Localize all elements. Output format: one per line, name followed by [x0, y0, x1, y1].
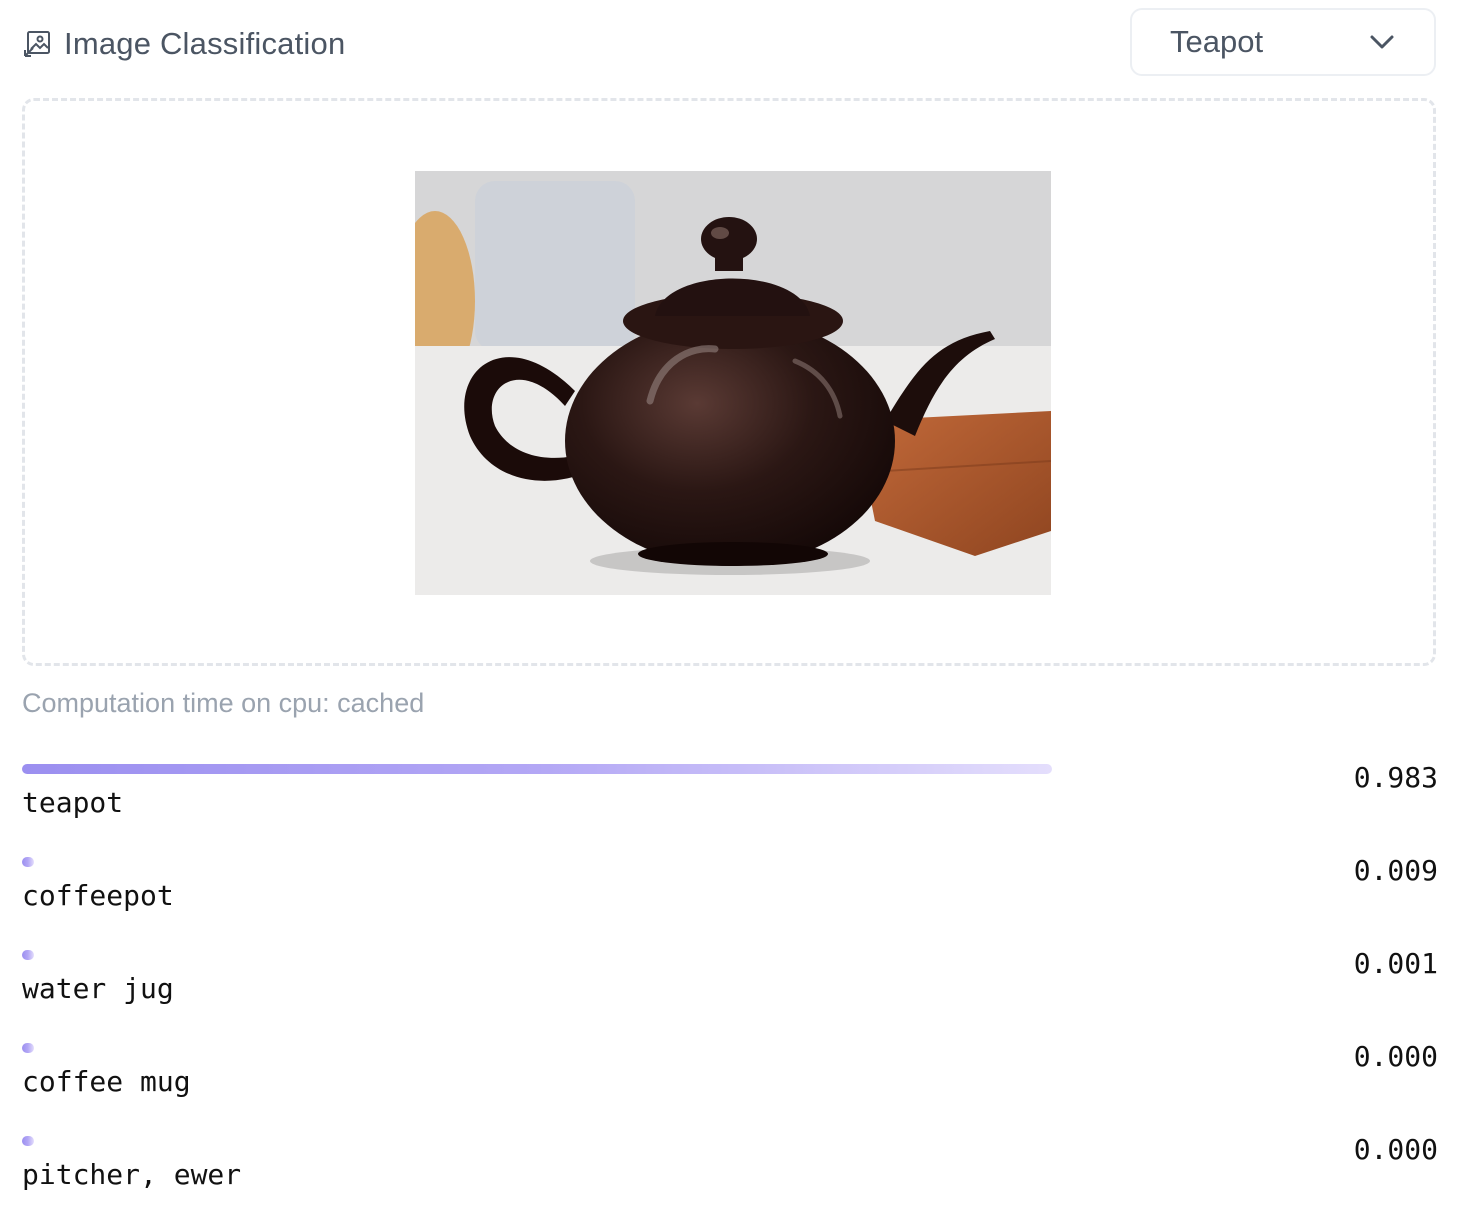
- result-label: coffeepot: [22, 879, 174, 912]
- widget-header: Image Classification: [22, 18, 345, 70]
- result-row: teapot 0.983: [22, 760, 1438, 853]
- chevron-down-icon: [1368, 28, 1396, 56]
- image-dropzone[interactable]: [22, 98, 1436, 666]
- confidence-bar: [22, 1136, 34, 1146]
- result-score: 0.009: [1353, 854, 1438, 887]
- confidence-bar: [22, 857, 34, 867]
- result-row: coffee mug 0.000: [22, 1039, 1438, 1132]
- result-row: pitcher, ewer 0.000: [22, 1132, 1438, 1225]
- confidence-bar: [22, 1043, 34, 1053]
- example-select-value: Teapot: [1170, 24, 1264, 59]
- result-label: teapot: [22, 786, 124, 819]
- confidence-bar-track: [22, 764, 1070, 774]
- result-row: coffeepot 0.009: [22, 853, 1438, 946]
- result-label: water jug: [22, 972, 174, 1005]
- result-score: 0.001: [1353, 947, 1438, 980]
- confidence-bar-track: [22, 857, 1070, 867]
- result-label: pitcher, ewer: [22, 1158, 242, 1191]
- confidence-bar-track: [22, 1043, 1070, 1053]
- teapot-image: [415, 171, 1051, 595]
- result-label: coffee mug: [22, 1065, 191, 1098]
- confidence-bar-track: [22, 950, 1070, 960]
- image-classification-icon: [22, 29, 52, 59]
- classification-results: teapot 0.983 coffeepot 0.009 water jug 0.001 c…: [22, 760, 1438, 1225]
- result-score: 0.983: [1353, 761, 1438, 794]
- computation-time-text: Computation time on cpu: cached: [22, 688, 425, 718]
- confidence-bar-track: [22, 1136, 1070, 1146]
- page-title: Image Classification: [64, 26, 346, 61]
- example-select[interactable]: Teapot: [1130, 8, 1436, 76]
- confidence-bar: [22, 764, 1053, 774]
- result-row: water jug 0.001: [22, 946, 1438, 1039]
- result-score: 0.000: [1353, 1040, 1438, 1073]
- result-score: 0.000: [1353, 1133, 1438, 1166]
- confidence-bar: [22, 950, 34, 960]
